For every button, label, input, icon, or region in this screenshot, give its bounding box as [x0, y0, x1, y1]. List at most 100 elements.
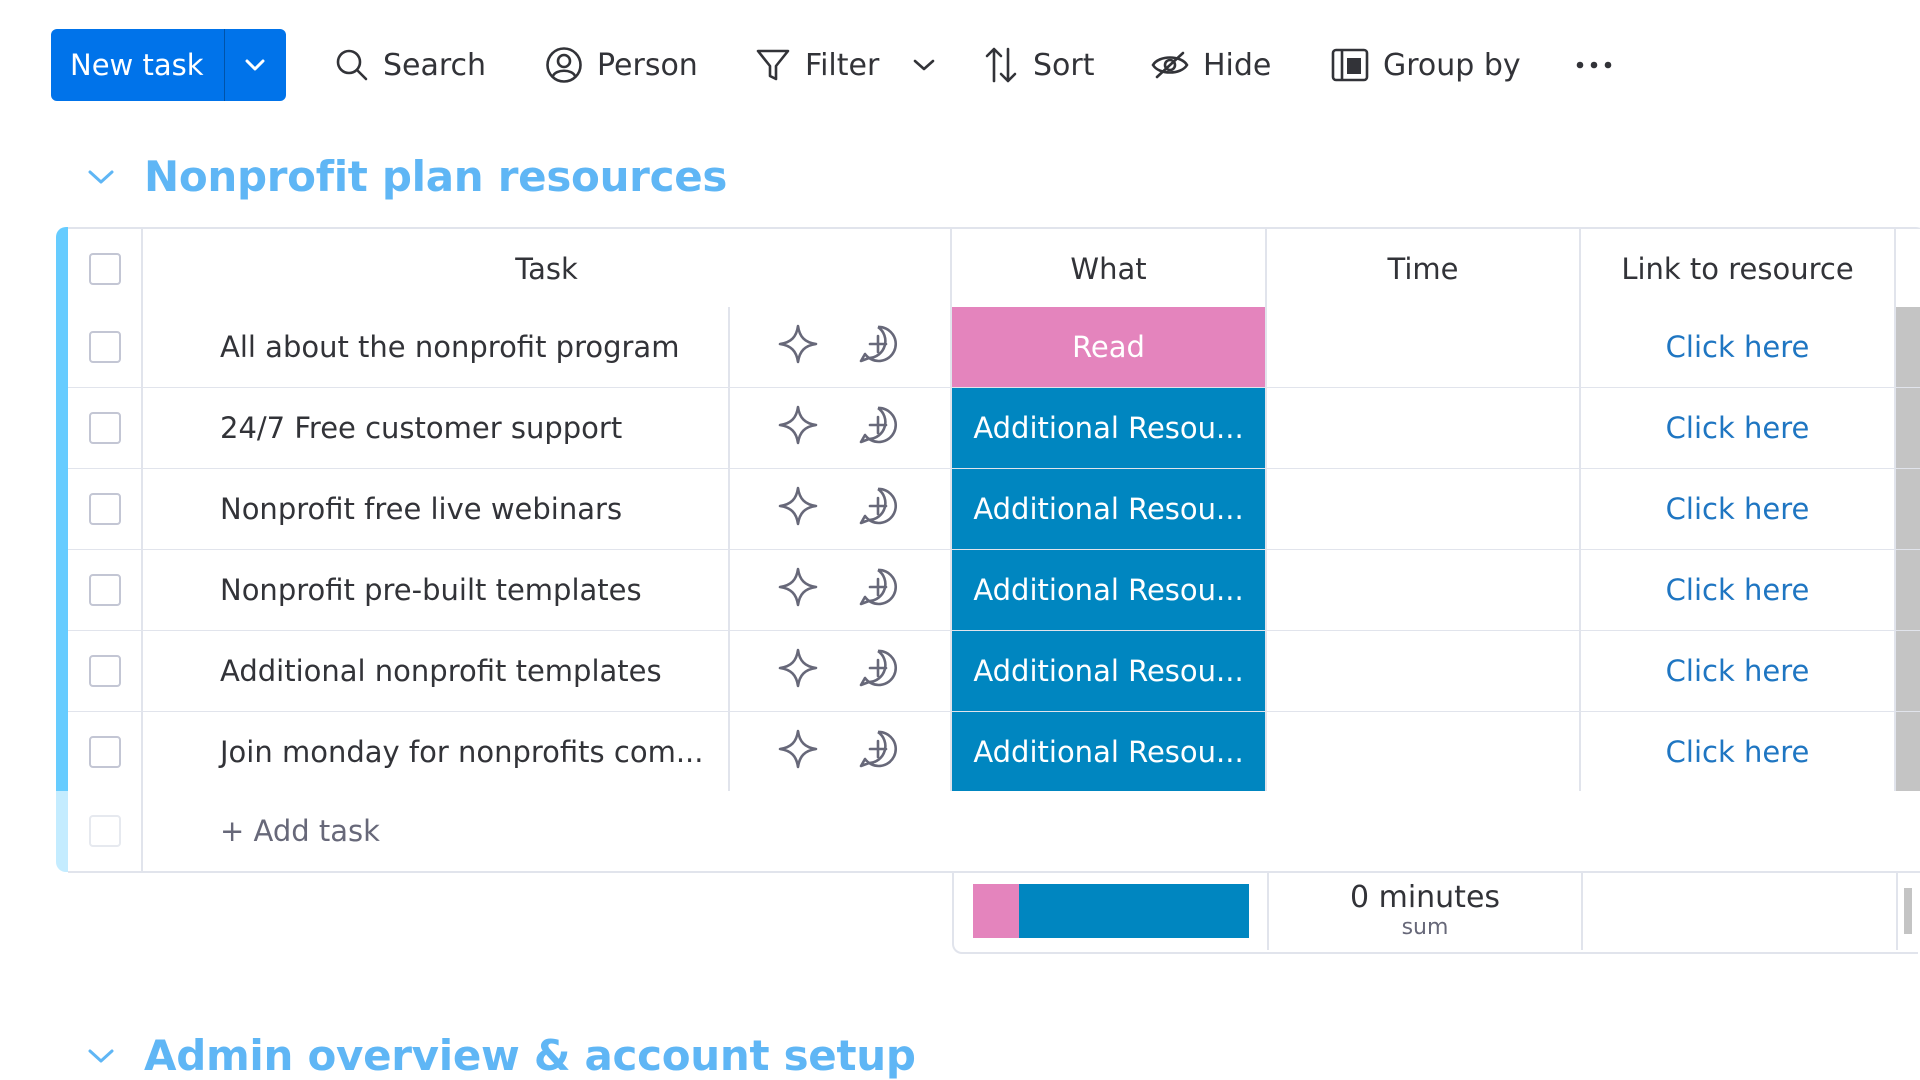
- chevron-down-icon[interactable]: [86, 1047, 116, 1065]
- resource-link[interactable]: Click here: [1581, 631, 1896, 711]
- group-header: Admin overview & account setup: [86, 1031, 916, 1080]
- next-column-cell: [1896, 469, 1920, 549]
- next-column-cell: [1896, 712, 1920, 792]
- column-header-time[interactable]: Time: [1267, 229, 1581, 309]
- resource-link[interactable]: Click here: [1581, 550, 1896, 630]
- new-task-dropdown-button[interactable]: [223, 29, 286, 101]
- filter-dropdown-button[interactable]: [912, 29, 950, 101]
- search-button[interactable]: Search: [335, 29, 486, 101]
- task-actions-cell: [730, 388, 952, 468]
- column-header-what[interactable]: What: [952, 229, 1267, 309]
- row-checkbox[interactable]: [88, 655, 121, 687]
- task-actions-cell: [730, 550, 952, 630]
- sort-label: Sort: [1033, 47, 1095, 83]
- task-name-cell[interactable]: Nonprofit free live webinars: [143, 469, 730, 549]
- search-label: Search: [383, 47, 487, 83]
- add-task-input[interactable]: + Add task: [143, 791, 1920, 871]
- status-label[interactable]: Additional Resou...: [952, 631, 1267, 711]
- task-actions-cell: [730, 631, 952, 711]
- time-cell[interactable]: [1267, 712, 1581, 792]
- link-summary: [1583, 872, 1898, 950]
- row-checkbox[interactable]: [88, 736, 121, 768]
- next-column-cell: [1896, 388, 1920, 468]
- task-name-cell[interactable]: All about the nonprofit program: [143, 307, 730, 387]
- time-cell[interactable]: [1267, 469, 1581, 549]
- table-row: Nonprofit free live webinars Additional R…: [68, 469, 1920, 551]
- add-update-icon[interactable]: [857, 323, 899, 372]
- time-summary: 0 minutes sum: [1269, 872, 1583, 950]
- sparkle-icon[interactable]: [777, 647, 819, 696]
- time-cell[interactable]: [1267, 550, 1581, 630]
- status-label[interactable]: Additional Resou...: [952, 712, 1267, 792]
- add-update-icon[interactable]: [857, 728, 899, 777]
- status-label[interactable]: Additional Resou...: [952, 550, 1267, 630]
- add-update-icon[interactable]: [857, 647, 899, 696]
- filter-icon: [756, 49, 790, 81]
- hide-button[interactable]: Hide: [1151, 29, 1271, 101]
- search-icon: [336, 49, 368, 81]
- column-header-link[interactable]: Link to resource: [1581, 229, 1896, 309]
- task-name-cell[interactable]: Nonprofit pre-built templates: [143, 550, 730, 630]
- task-name-cell[interactable]: Additional nonprofit templates: [143, 631, 730, 711]
- group-title[interactable]: Admin overview & account setup: [144, 1031, 916, 1080]
- add-task-check-cell: [68, 791, 143, 871]
- filter-label: Filter: [805, 47, 880, 83]
- task-name-cell[interactable]: 24/7 Free customer support: [143, 388, 730, 468]
- row-check-cell: [68, 307, 143, 387]
- time-sum-value: 0 minutes: [1349, 880, 1501, 915]
- resource-link[interactable]: Click here: [1581, 307, 1896, 387]
- chevron-down-icon[interactable]: [86, 168, 116, 186]
- group-by-button[interactable]: Group by: [1331, 29, 1521, 101]
- row-check-cell: [68, 388, 143, 468]
- add-update-icon[interactable]: [857, 566, 899, 615]
- group-by-icon: [1331, 48, 1369, 82]
- add-update-icon[interactable]: [857, 404, 899, 453]
- resource-link[interactable]: Click here: [1581, 469, 1896, 549]
- time-cell[interactable]: [1267, 388, 1581, 468]
- row-checkbox[interactable]: [88, 574, 121, 606]
- select-all-checkbox[interactable]: [88, 253, 121, 285]
- add-task-row: + Add task: [68, 791, 1920, 873]
- row-checkbox[interactable]: [88, 493, 121, 525]
- new-task-button[interactable]: New task: [51, 29, 224, 101]
- sort-button[interactable]: Sort: [983, 29, 1095, 101]
- table-row: Additional nonprofit templates Additional…: [68, 631, 1920, 713]
- group-color-bar: [56, 227, 68, 791]
- time-cell[interactable]: [1267, 631, 1581, 711]
- group-by-label: Group by: [1383, 47, 1521, 83]
- more-horizontal-icon: [1576, 61, 1612, 69]
- sparkle-icon[interactable]: [777, 566, 819, 615]
- add-update-icon[interactable]: [857, 485, 899, 534]
- row-checkbox[interactable]: [88, 412, 121, 444]
- next-column-cell: [1896, 550, 1920, 630]
- chevron-down-icon: [913, 59, 935, 71]
- sort-icon: [985, 47, 1017, 83]
- sparkle-icon[interactable]: [777, 728, 819, 777]
- task-name-cell[interactable]: Join monday for nonprofits com...: [143, 712, 730, 792]
- status-label[interactable]: Read: [952, 307, 1267, 387]
- task-actions-cell: [730, 469, 952, 549]
- table-row: 24/7 Free customer support Additional Res…: [68, 388, 1920, 470]
- resource-link[interactable]: Click here: [1581, 712, 1896, 792]
- person-filter-button[interactable]: Person: [545, 29, 698, 101]
- group-title[interactable]: Nonprofit plan resources: [144, 152, 727, 201]
- sparkle-icon[interactable]: [777, 323, 819, 372]
- summary-row: 0 minutes sum: [952, 872, 1918, 954]
- group-header: Nonprofit plan resources: [86, 152, 727, 201]
- next-column-cell: [1896, 631, 1920, 711]
- sparkle-icon[interactable]: [777, 485, 819, 534]
- more-options-button[interactable]: [1575, 29, 1627, 101]
- what-summary[interactable]: [954, 872, 1269, 950]
- row-check-cell: [68, 469, 143, 549]
- status-label[interactable]: Additional Resou...: [952, 469, 1267, 549]
- resource-link[interactable]: Click here: [1581, 388, 1896, 468]
- status-label[interactable]: Additional Resou...: [952, 388, 1267, 468]
- chevron-down-icon: [245, 59, 265, 71]
- column-header-task[interactable]: Task: [143, 229, 952, 309]
- time-cell[interactable]: [1267, 307, 1581, 387]
- filter-button[interactable]: Filter: [755, 29, 879, 101]
- table-row: Join monday for nonprofits com... Additio…: [68, 712, 1920, 794]
- row-checkbox[interactable]: [88, 331, 121, 363]
- sparkle-icon[interactable]: [777, 404, 819, 453]
- row-check-cell: [68, 631, 143, 711]
